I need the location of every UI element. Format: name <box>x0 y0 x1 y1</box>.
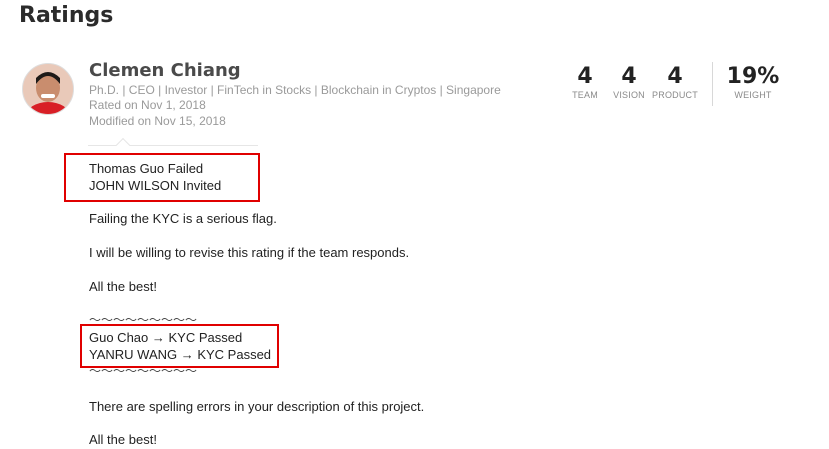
reviewer-bio: Ph.D. | CEO | Investor | FinTech in Stoc… <box>89 83 501 97</box>
score-product: 4 PRODUCT <box>645 64 705 100</box>
review-paragraph-2: I will be willing to revise this rating … <box>89 245 410 260</box>
review-paragraph-3: All the best! <box>89 279 157 294</box>
score-product-label: PRODUCT <box>652 90 698 100</box>
review-paragraph-4: There are spelling errors in your descri… <box>89 399 425 414</box>
review-paragraph-1: Failing the KYC is a serious flag. <box>89 211 277 226</box>
reviewer-avatar[interactable] <box>22 63 74 115</box>
score-weight-value: 19% <box>726 64 780 89</box>
review-caret <box>115 137 131 153</box>
modified-date: Modified on Nov 15, 2018 <box>89 114 226 128</box>
reviewer-name[interactable]: Clemen Chiang <box>89 60 241 81</box>
review-divider <box>88 145 258 146</box>
rated-date: Rated on Nov 1, 2018 <box>89 98 206 112</box>
highlight-box-1 <box>64 153 260 202</box>
highlight-box-2 <box>80 324 279 368</box>
avatar-image <box>23 64 73 114</box>
review-paragraph-5: All the best! <box>89 432 157 447</box>
score-product-value: 4 <box>667 64 683 89</box>
page-title: Ratings <box>19 3 114 28</box>
score-weight-label: WEIGHT <box>734 90 772 100</box>
score-weight: 19% WEIGHT <box>723 64 783 100</box>
tilde-separator-2: 〜〜〜〜〜〜〜〜〜 <box>89 364 198 378</box>
score-divider <box>712 62 713 106</box>
